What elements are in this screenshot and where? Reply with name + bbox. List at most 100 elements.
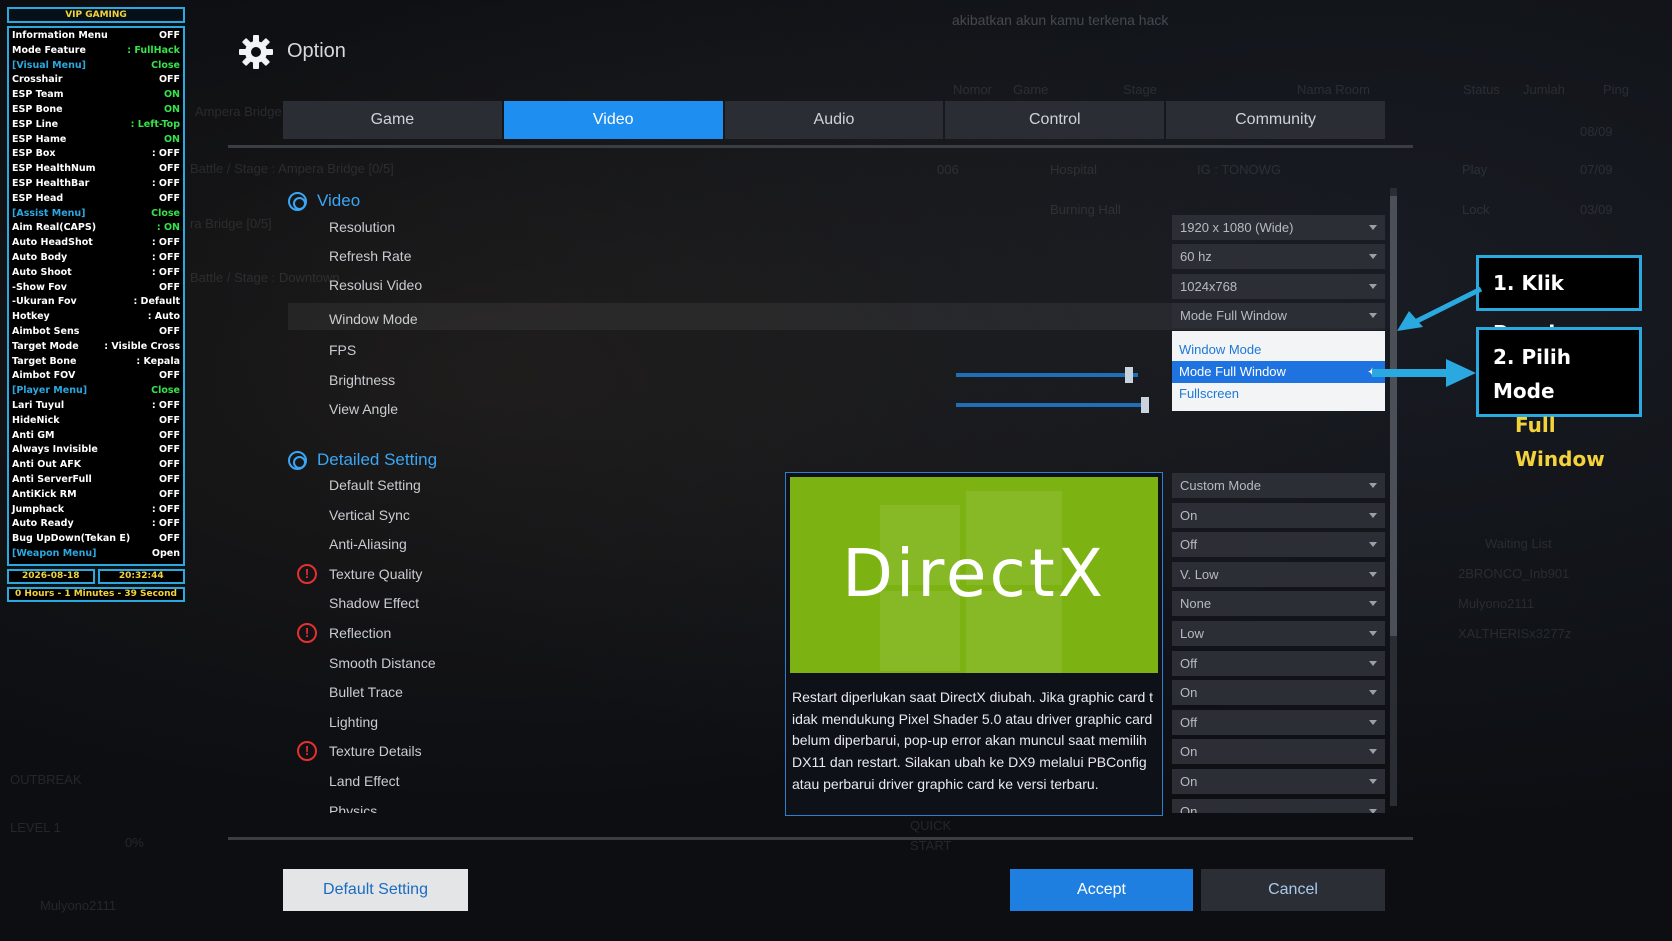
- background-text: Hospital: [1050, 162, 1097, 177]
- window-mode-option[interactable]: Mode Full Window: [1172, 361, 1385, 383]
- cancel-button[interactable]: Cancel: [1201, 869, 1385, 911]
- cheat-menu-row: Auto Body : OFF: [12, 251, 180, 266]
- option-tabs: Game Video Audio Control Community: [283, 101, 1385, 139]
- window-mode-option[interactable]: Fullscreen: [1172, 383, 1385, 405]
- gear-icon: [239, 35, 273, 69]
- setting-select[interactable]: 1920 x 1080 (Wide): [1172, 215, 1385, 240]
- cheat-menu-footer: 2026-08-18 20:32:44: [7, 568, 185, 584]
- background-text: Mulyono2111: [40, 898, 117, 913]
- background-text: Battle / Stage : Ampera Bridge [0/5]: [190, 161, 394, 176]
- window-mode-dropdown-list[interactable]: Window ModeMode Full WindowFullscreen: [1172, 331, 1385, 411]
- cheat-menu-row: [Visual Menu] Close: [12, 59, 180, 74]
- cheat-menu-row: Aim Real(CAPS): ON: [12, 221, 180, 236]
- setting-select[interactable]: On: [1172, 739, 1385, 765]
- view-angle-slider-knob[interactable]: [1141, 397, 1150, 413]
- setting-select[interactable]: None: [1172, 591, 1385, 617]
- cheat-menu-key: AntiKick RM: [12, 488, 77, 500]
- cheat-menu-value: OFF: [158, 30, 180, 41]
- settings-scrollbar-thumb[interactable]: [1390, 196, 1397, 636]
- detailed-section-heading: Detailed Setting: [288, 450, 437, 470]
- setting-select[interactable]: On: [1172, 502, 1385, 528]
- callout-step-2-line-2: Full Window: [1515, 413, 1605, 471]
- background-text: akibatkan akun kamu terkena hack: [952, 12, 1169, 28]
- setting-select[interactable]: Low: [1172, 621, 1385, 646]
- cheat-menu-key: Auto HeadShot: [12, 237, 93, 249]
- settings-scrollbar[interactable]: [1390, 188, 1397, 806]
- directx-description: Restart diperlukan saat DirectX diubah. …: [792, 689, 1154, 792]
- cheat-menu-row: Auto HeadShot: OFF: [12, 236, 180, 251]
- cheat-menu-key: Mode Feature: [12, 44, 86, 56]
- video-section-heading: Video: [288, 191, 360, 211]
- accept-button[interactable]: Accept: [1010, 869, 1193, 911]
- default-setting-button[interactable]: Default Setting: [283, 869, 468, 911]
- view-angle-slider[interactable]: [956, 397, 1150, 413]
- cheat-menu-row: Hotkey: Auto: [12, 310, 180, 325]
- cheat-menu-key: Anti ServerFull: [12, 473, 92, 485]
- cheat-menu-value: : Visible Cross: [104, 340, 180, 352]
- cheat-menu-value: : OFF: [151, 503, 180, 515]
- cheat-menu-panel: VIP GAMING Information Menu OFF Mode Featu…: [7, 7, 185, 602]
- setting-select[interactable]: Mode Full Window: [1172, 303, 1385, 328]
- tab-community[interactable]: Community: [1166, 101, 1385, 139]
- setting-label: Texture Details: [329, 743, 422, 760]
- cheat-menu-row: -Ukuran Fov: Default: [12, 295, 180, 310]
- tab-video[interactable]: Video: [503, 101, 723, 139]
- cheat-menu-value: ON: [163, 89, 180, 101]
- setting-select[interactable]: On: [1172, 680, 1385, 706]
- cheat-menu-row: Target Mode: Visible Cross: [12, 340, 180, 355]
- setting-label: Land Effect: [329, 773, 400, 789]
- cheat-menu-value: Close: [151, 59, 180, 71]
- setting-label: Refresh Rate: [329, 248, 412, 264]
- cheat-menu-row: ESP Hame ON: [12, 133, 180, 148]
- cheat-menu-value: : OFF: [151, 266, 180, 278]
- setting-select[interactable]: Off: [1172, 650, 1385, 676]
- setting-label: Vertical Sync: [329, 506, 410, 523]
- cheat-menu-row: ESP Team ON: [12, 88, 180, 103]
- cheat-menu-value: OFF: [158, 473, 180, 485]
- setting-select[interactable]: 60 hz: [1172, 244, 1385, 269]
- cheat-time: 20:32:44: [97, 568, 185, 584]
- cheat-menu-value: : OFF: [151, 251, 180, 263]
- cheat-menu-row: ESP Line: Left-Top: [12, 118, 180, 133]
- cheat-menu-value: OFF: [158, 533, 180, 545]
- tab-audio[interactable]: Audio: [724, 101, 944, 139]
- window-title: Option: [287, 40, 346, 62]
- background-text: Lock: [1462, 202, 1490, 217]
- setting-select[interactable]: 1024x768: [1172, 274, 1385, 299]
- brightness-slider-knob[interactable]: [1124, 367, 1133, 383]
- cheat-menu-key: Jumphack: [12, 503, 65, 515]
- arrow-icon: [1397, 286, 1483, 331]
- setting-select[interactable]: Off: [1172, 709, 1385, 735]
- setting-label: Resolusi Video: [329, 277, 423, 293]
- cheat-menu-row: Anti ServerFull OFF: [12, 473, 180, 488]
- setting-label: Smooth Distance: [329, 654, 436, 671]
- background-text: Battle / Stage : Downtown: [190, 270, 340, 285]
- cheat-menu-key: Auto Body: [12, 251, 68, 263]
- cheat-menu-row: Mode Feature: FullHack: [12, 44, 180, 59]
- tab-control[interactable]: Control: [945, 101, 1165, 139]
- setting-label: Default Setting: [329, 477, 421, 493]
- background-text: OUTBREAK: [10, 772, 82, 787]
- cheat-menu-key: [Player Menu]: [12, 385, 88, 397]
- cheat-menu-key: ESP Head: [12, 192, 64, 204]
- cheat-menu-key: [Weapon Menu]: [12, 547, 97, 559]
- cheat-menu-value: Close: [151, 207, 180, 219]
- setting-select[interactable]: On: [1172, 798, 1385, 813]
- detailed-section-title: Detailed Setting: [317, 450, 438, 469]
- setting-select[interactable]: Custom Mode: [1172, 473, 1385, 498]
- setting-label: Brightness: [329, 372, 396, 388]
- directx-info-panel: DirectX Restart diperlukan saat DirectX …: [785, 472, 1163, 816]
- cheat-menu-title: VIP GAMING: [7, 7, 185, 23]
- cheat-menu-key: Lari Tuyul: [12, 399, 65, 411]
- cheat-menu-key: ESP Bone: [12, 103, 63, 115]
- setting-select[interactable]: Off: [1172, 532, 1385, 558]
- setting-select[interactable]: On: [1172, 769, 1385, 794]
- cheat-menu-key: Auto Ready: [12, 518, 74, 530]
- brightness-slider[interactable]: [956, 367, 1138, 383]
- tab-game[interactable]: Game: [283, 101, 502, 139]
- cheat-menu-value: OFF: [158, 281, 180, 293]
- cheat-menu-key: Crosshair: [12, 74, 63, 86]
- setting-select[interactable]: V. Low: [1172, 561, 1385, 587]
- cheat-menu-row: ESP Bone ON: [12, 103, 180, 118]
- window-mode-option[interactable]: Window Mode: [1172, 339, 1385, 361]
